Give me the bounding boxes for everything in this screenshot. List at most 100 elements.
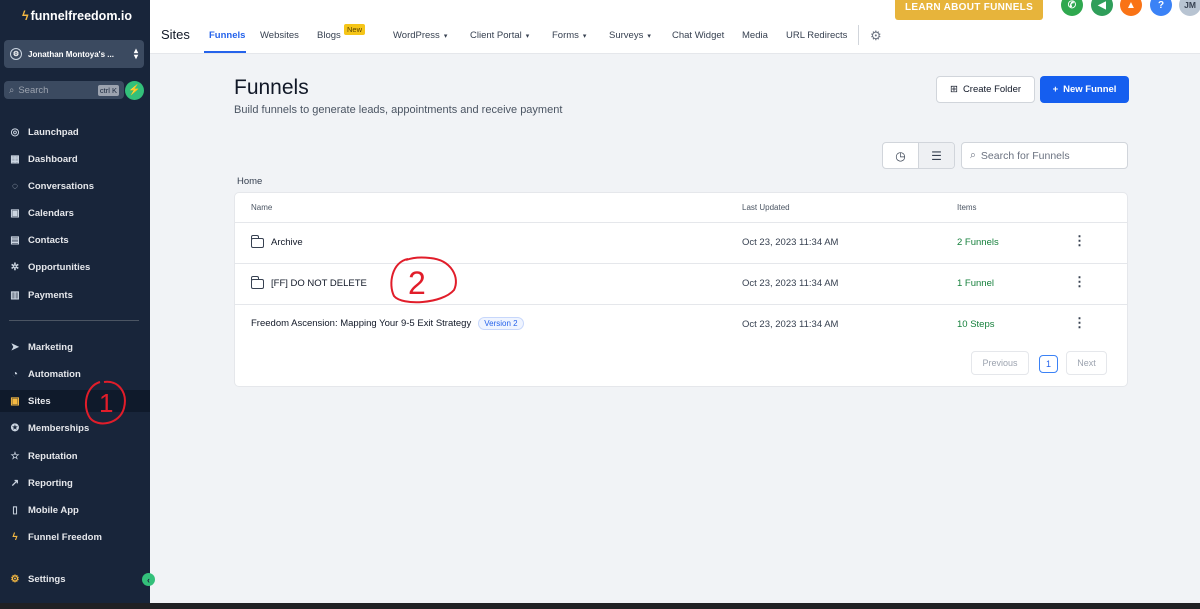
tab-label: Websites — [260, 30, 299, 41]
create-folder-label: Create Folder — [962, 84, 1022, 95]
sidebar-item-label: Reporting — [28, 477, 73, 489]
plus-icon: + — [1052, 84, 1059, 95]
sidebar-item-label: Automation — [28, 368, 81, 380]
clock-icon[interactable]: ◷ — [883, 143, 918, 168]
tab-separator — [858, 25, 859, 45]
opportunities-icon: ✲ — [10, 261, 20, 273]
tab-blogs[interactable]: Blogs — [317, 30, 341, 41]
row-name-cell[interactable]: Archive — [250, 234, 303, 248]
bell-icon[interactable]: ▲ — [1120, 0, 1142, 16]
pagination-page-button[interactable]: 1 — [1039, 355, 1058, 373]
tab-label: Blogs — [317, 30, 341, 41]
tab-label: Client Portal — [470, 30, 522, 41]
breadcrumb[interactable]: Home — [237, 176, 262, 187]
sidebar-item-marketing[interactable]: ➤ Marketing — [9, 339, 73, 355]
sidebar-item-launchpad[interactable]: ◎ Launchpad — [9, 124, 79, 140]
avatar[interactable]: JM — [1179, 0, 1200, 16]
sidebar-item-conversations[interactable]: ◌ Conversations — [9, 178, 94, 194]
table-row[interactable]: Archive Oct 23, 2023 11:34 AM 2 Funnels … — [235, 222, 1127, 263]
tab-label: Funnels — [209, 30, 246, 41]
more-vertical-icon[interactable]: ⋮ — [1073, 315, 1086, 331]
column-header-last-updated[interactable]: Last Updated — [742, 203, 790, 212]
phone-icon[interactable]: ✆ — [1061, 0, 1083, 16]
brand-logo[interactable]: ϟ funnelfreedom.io — [22, 9, 132, 23]
top-bar: Sites Funnels Websites Blogs New WordPre… — [150, 0, 1200, 54]
list-view-icon[interactable]: ☰ — [918, 143, 954, 168]
row-updated: Oct 23, 2023 11:34 AM — [742, 237, 839, 248]
brand-name: funnelfreedom.io — [30, 9, 133, 23]
sidebar-item-memberships[interactable]: ✪ Memberships — [9, 420, 89, 436]
sidebar-item-mobile-app[interactable]: ▯ Mobile App — [9, 502, 79, 518]
chevron-down-icon: ▾ — [443, 32, 448, 40]
column-header-name[interactable]: Name — [251, 203, 272, 212]
sidebar-item-payments[interactable]: ▥ Payments — [9, 287, 73, 303]
pagination-next-button[interactable]: Next — [1066, 351, 1107, 375]
chevron-down-icon: ▾ — [647, 32, 651, 40]
more-vertical-icon[interactable]: ⋮ — [1073, 233, 1086, 249]
page-subtitle: Build funnels to generate leads, appoint… — [234, 104, 563, 116]
folder-icon — [250, 234, 264, 248]
dashboard-icon: ▦ — [10, 153, 20, 165]
sidebar-search-placeholder: Search — [18, 84, 49, 96]
row-name-cell[interactable]: Freedom Ascension: Mapping Your 9-5 Exit… — [251, 317, 524, 330]
sidebar-item-contacts[interactable]: ▤ Contacts — [9, 232, 68, 248]
sidebar-item-label: Sites — [28, 395, 51, 407]
rocket-icon: ◎ — [10, 126, 20, 138]
sidebar-item-reputation[interactable]: ☆ Reputation — [9, 448, 78, 464]
more-vertical-icon[interactable]: ⋮ — [1073, 274, 1086, 290]
search-icon: ⌕ — [970, 149, 976, 161]
sidebar-item-label: Opportunities — [28, 261, 91, 273]
sidebar-search[interactable]: ⌕ Search ctrl K — [4, 81, 124, 99]
megaphone-icon[interactable]: ◀ — [1091, 0, 1113, 16]
new-funnel-button[interactable]: + New Funnel — [1040, 76, 1129, 103]
folder-plus-icon: ⊞ — [949, 84, 958, 95]
sidebar-item-opportunities[interactable]: ✲ Opportunities — [9, 259, 90, 275]
chat-icon: ◌ — [12, 180, 18, 192]
avatar-initials: JM — [1184, 0, 1196, 10]
table-row[interactable]: Freedom Ascension: Mapping Your 9-5 Exit… — [235, 304, 1127, 345]
column-header-items: Items — [957, 203, 977, 212]
row-name: Archive — [271, 237, 303, 248]
quick-action-bolt-icon[interactable]: ⚡ — [125, 81, 144, 100]
funnels-table: Name Last Updated Items Archive Oct 23, … — [234, 192, 1128, 387]
collapse-sidebar-button[interactable]: ‹ — [142, 573, 155, 586]
tab-label: Surveys — [609, 30, 644, 41]
new-funnel-label: New Funnel — [1063, 84, 1117, 95]
table-row[interactable]: [FF] DO NOT DELETE Oct 23, 2023 11:34 AM… — [235, 263, 1127, 304]
tab-chat-widget[interactable]: Chat Widget — [672, 30, 724, 41]
page-title: Funnels — [234, 76, 309, 99]
tab-url-redirects[interactable]: URL Redirects — [786, 30, 847, 41]
row-name-cell[interactable]: [FF] DO NOT DELETE — [250, 275, 367, 289]
sidebar-item-automation[interactable]: ◔ Automation — [9, 366, 81, 382]
gear-icon[interactable]: ⚙ — [870, 28, 882, 44]
new-badge: New — [344, 24, 366, 35]
os-taskbar — [0, 603, 1200, 609]
tab-surveys[interactable]: Surveys ▾ — [609, 30, 651, 41]
pagination-previous-button[interactable]: Previous — [971, 351, 1029, 375]
sidebar-divider — [9, 320, 139, 321]
account-icon: ⚙ — [10, 48, 22, 60]
sidebar-item-settings[interactable]: ⚙ Settings — [9, 571, 66, 587]
tab-wordpress[interactable]: WordPress ▾ — [393, 30, 447, 41]
sidebar-item-label: Reputation — [28, 450, 78, 462]
account-switcher[interactable]: ⚙ Jonathan Montoya's ... ▴ ▾ — [4, 40, 144, 68]
sidebar-item-reporting[interactable]: ↗ Reporting — [9, 475, 73, 491]
funnel-search-input[interactable]: ⌕ Search for Funnels — [961, 142, 1128, 169]
tab-websites[interactable]: Websites — [260, 30, 299, 41]
help-icon[interactable]: ? — [1150, 0, 1172, 16]
tab-forms[interactable]: Forms ▾ — [552, 30, 586, 41]
sidebar-item-funnel-freedom[interactable]: ϟ Funnel Freedom — [9, 529, 102, 545]
tab-client-portal[interactable]: Client Portal ▾ — [470, 30, 529, 41]
tab-funnels[interactable]: Funnels — [209, 30, 245, 41]
bolt-icon: ϟ — [22, 9, 29, 23]
tab-media[interactable]: Media — [742, 30, 768, 41]
sidebar-item-calendars[interactable]: ▣ Calendars — [9, 205, 74, 221]
learn-about-funnels-button[interactable]: LEARN ABOUT FUNNELS — [895, 0, 1043, 20]
bolt-icon: ϟ — [12, 531, 18, 543]
chevron-down-icon: ▾ — [525, 32, 530, 40]
create-folder-button[interactable]: ⊞ Create Folder — [936, 76, 1035, 103]
row-name: [FF] DO NOT DELETE — [271, 278, 367, 289]
sidebar-item-sites[interactable]: ▣ Sites — [9, 393, 51, 409]
sidebar-item-dashboard[interactable]: ▦ Dashboard — [9, 151, 77, 167]
sidebar-item-label: Mobile App — [28, 504, 79, 516]
